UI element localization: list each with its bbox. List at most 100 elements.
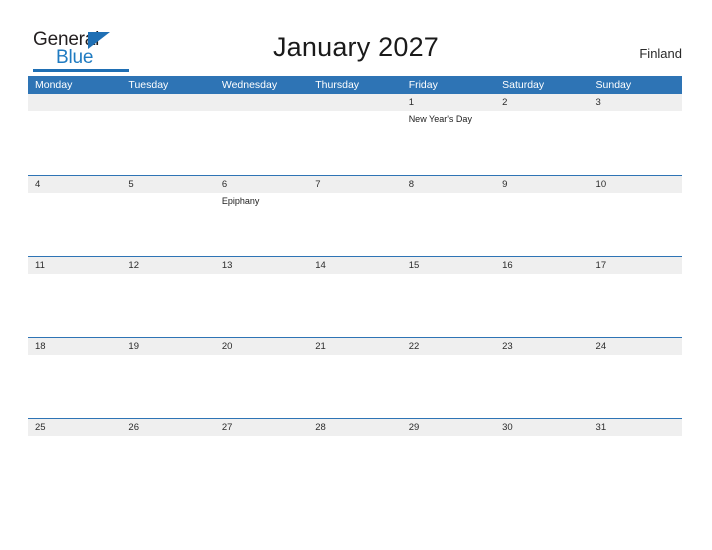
day-cell-empty — [215, 111, 308, 174]
day-cell-26[interactable] — [121, 436, 214, 499]
day-number-26[interactable]: 26 — [121, 419, 214, 436]
day-number-16[interactable]: 16 — [495, 257, 588, 274]
day-number-12[interactable]: 12 — [121, 257, 214, 274]
day-cell-6[interactable]: Epiphany — [215, 193, 308, 256]
calendar-week-row: 25 26 27 28 29 30 31 — [28, 418, 682, 499]
day-cell-12[interactable] — [121, 274, 214, 337]
day-number-8[interactable]: 8 — [402, 176, 495, 193]
weekday-header-sunday: Sunday — [595, 79, 632, 91]
calendar-page: General Blue January 2027 Finland Monday… — [0, 0, 712, 550]
day-number-23[interactable]: 23 — [495, 338, 588, 355]
day-number-30[interactable]: 30 — [495, 419, 588, 436]
day-number-empty — [28, 94, 121, 111]
day-number-3[interactable]: 3 — [589, 94, 682, 111]
day-event-band — [28, 436, 682, 499]
day-number-band: 25 26 27 28 29 30 31 — [28, 419, 682, 436]
day-number-18[interactable]: 18 — [28, 338, 121, 355]
weekday-header-monday: Monday — [35, 79, 73, 91]
day-number-band: 11 12 13 14 15 16 17 — [28, 257, 682, 274]
day-event-band — [28, 355, 682, 418]
day-number-2[interactable]: 2 — [495, 94, 588, 111]
day-number-10[interactable]: 10 — [589, 176, 682, 193]
day-cell-24[interactable] — [589, 355, 682, 418]
day-cell-10[interactable] — [589, 193, 682, 256]
day-number-14[interactable]: 14 — [308, 257, 401, 274]
weekday-header-friday: Friday — [408, 79, 438, 91]
day-cell-empty — [308, 111, 401, 174]
day-cell-18[interactable] — [28, 355, 121, 418]
page-title: January 2027 — [272, 32, 440, 62]
calendar-week-row: 11 12 13 14 15 16 17 — [28, 256, 682, 337]
day-number-29[interactable]: 29 — [402, 419, 495, 436]
day-cell-14[interactable] — [308, 274, 401, 337]
day-cell-5[interactable] — [121, 193, 214, 256]
day-cell-2[interactable] — [495, 111, 588, 174]
day-cell-31[interactable] — [589, 436, 682, 499]
day-number-25[interactable]: 25 — [28, 419, 121, 436]
day-cell-7[interactable] — [308, 193, 401, 256]
day-cell-21[interactable] — [308, 355, 401, 418]
day-cell-30[interactable] — [495, 436, 588, 499]
day-number-4[interactable]: 4 — [28, 176, 121, 193]
event-label: Epiphany — [221, 196, 260, 206]
day-cell-28[interactable] — [308, 436, 401, 499]
day-cell-empty — [28, 111, 121, 174]
day-number-11[interactable]: 11 — [28, 257, 121, 274]
day-number-band: 18 19 20 21 22 23 24 — [28, 338, 682, 355]
event-label: New Year's Day — [408, 114, 472, 124]
calendar-body: 1 2 3 New Year's Day 4 5 6 7 8 9 10 Epiphany 11 12 13 1… — [28, 94, 682, 499]
logo-underline — [33, 69, 129, 72]
calendar-week-row: 4 5 6 7 8 9 10 Epiphany — [28, 175, 682, 256]
region-label: Finland — [639, 46, 682, 61]
weekday-header-tuesday: Tuesday — [128, 79, 169, 91]
day-cell-16[interactable] — [495, 274, 588, 337]
day-number-20[interactable]: 20 — [215, 338, 308, 355]
day-cell-19[interactable] — [121, 355, 214, 418]
day-cell-29[interactable] — [402, 436, 495, 499]
page-header: General Blue January 2027 Finland — [0, 0, 712, 76]
day-cell-11[interactable] — [28, 274, 121, 337]
day-cell-25[interactable] — [28, 436, 121, 499]
day-number-1[interactable]: 1 — [402, 94, 495, 111]
day-number-6[interactable]: 6 — [215, 176, 308, 193]
day-number-27[interactable]: 27 — [215, 419, 308, 436]
weekday-header-thursday: Thursday — [315, 79, 360, 91]
day-cell-1[interactable]: New Year's Day — [402, 111, 495, 174]
calendar-grid: Monday Tuesday Wednesday Thursday Friday Satu… — [28, 76, 682, 499]
day-cell-9[interactable] — [495, 193, 588, 256]
calendar-week-row: 18 19 20 21 22 23 24 — [28, 337, 682, 418]
day-number-19[interactable]: 19 — [121, 338, 214, 355]
day-cell-3[interactable] — [589, 111, 682, 174]
day-event-band: Epiphany — [28, 193, 682, 256]
day-cell-23[interactable] — [495, 355, 588, 418]
day-cell-17[interactable] — [589, 274, 682, 337]
day-cell-13[interactable] — [215, 274, 308, 337]
day-number-band: 123 — [28, 94, 682, 111]
day-event-band — [28, 274, 682, 337]
day-cell-27[interactable] — [215, 436, 308, 499]
day-number-28[interactable]: 28 — [308, 419, 401, 436]
day-number-31[interactable]: 31 — [589, 419, 682, 436]
day-cell-empty — [121, 111, 214, 174]
day-cell-8[interactable] — [402, 193, 495, 256]
day-number-band: 4 5 6 7 8 9 10 — [28, 176, 682, 193]
day-cell-22[interactable] — [402, 355, 495, 418]
day-number-17[interactable]: 17 — [589, 257, 682, 274]
day-number-22[interactable]: 22 — [402, 338, 495, 355]
day-cell-20[interactable] — [215, 355, 308, 418]
day-number-21[interactable]: 21 — [308, 338, 401, 355]
day-cell-4[interactable] — [28, 193, 121, 256]
day-cell-15[interactable] — [402, 274, 495, 337]
weekday-header-saturday: Saturday — [502, 79, 545, 91]
day-event-band: New Year's Day — [28, 111, 682, 174]
day-number-9[interactable]: 9 — [495, 176, 588, 193]
weekday-header-row: Monday Tuesday Wednesday Thursday Friday Satu… — [28, 76, 682, 94]
day-number-7[interactable]: 7 — [308, 176, 401, 193]
calendar-week-row: 1 2 3 New Year's Day — [28, 94, 682, 175]
day-number-empty — [121, 94, 214, 111]
day-number-24[interactable]: 24 — [589, 338, 682, 355]
day-number-13[interactable]: 13 — [215, 257, 308, 274]
day-number-5[interactable]: 5 — [121, 176, 214, 193]
day-number-15[interactable]: 15 — [402, 257, 495, 274]
day-number-empty — [308, 94, 401, 111]
